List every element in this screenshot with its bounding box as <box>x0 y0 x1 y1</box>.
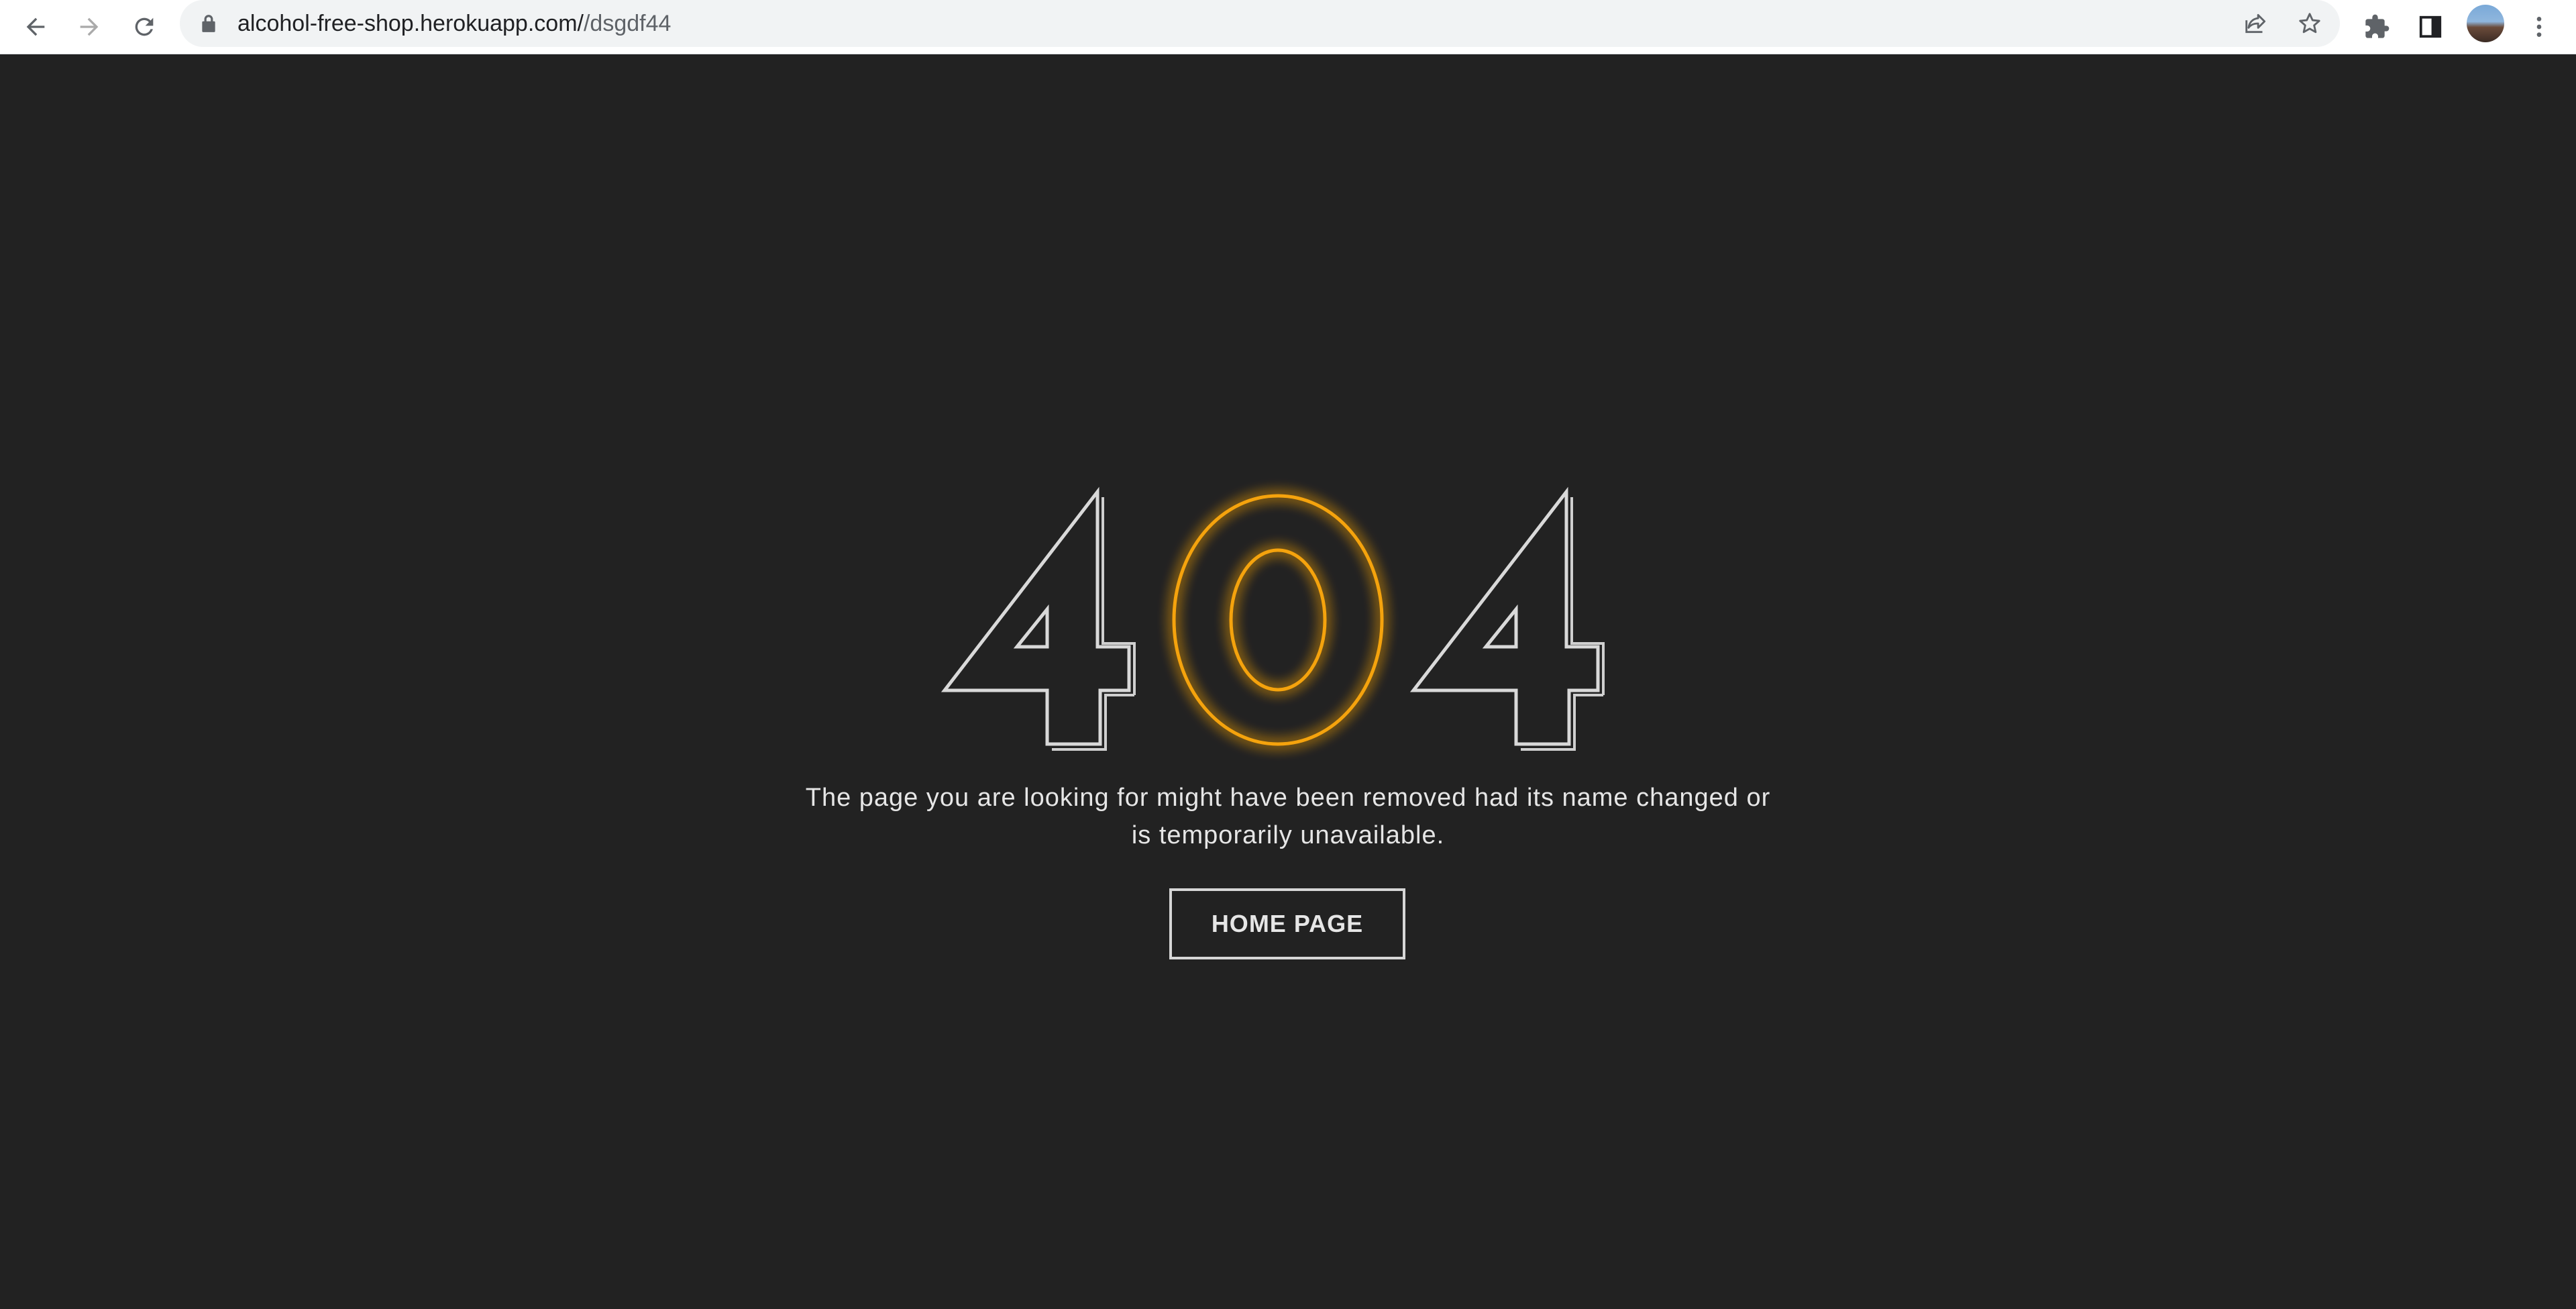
back-arrow-icon <box>26 17 45 36</box>
kebab-menu-icon <box>2536 17 2542 37</box>
address-bar[interactable]: alcohol-free-shop.herokuapp.com//dsgdf44 <box>180 0 2340 47</box>
lock-icon <box>202 15 215 32</box>
menu-button[interactable] <box>2518 6 2560 48</box>
url-host: alcohol-free-shop.herokuapp.com/ <box>237 11 584 36</box>
digit-4-right: 4 <box>1409 486 1605 751</box>
error-code-404: 4 0 4 <box>941 486 1605 751</box>
url-text[interactable]: alcohol-free-shop.herokuapp.com//dsgdf44 <box>237 0 671 47</box>
star-icon <box>2299 13 2320 34</box>
browser-toolbar: alcohol-free-shop.herokuapp.com//dsgdf44 <box>0 0 2576 54</box>
digit-4-left: 4 <box>941 486 1136 751</box>
profile-avatar[interactable] <box>2467 5 2504 42</box>
side-panel-icon <box>2419 15 2442 38</box>
share-button[interactable] <box>2235 3 2277 44</box>
digit-0-glow: 0 <box>1172 494 1384 746</box>
side-panel-button[interactable] <box>2410 6 2451 48</box>
reload-icon <box>135 17 154 36</box>
share-icon <box>2245 13 2266 34</box>
error-page: 4 0 4 The page you are looking for might… <box>0 54 2576 1309</box>
forward-arrow-icon <box>80 17 99 36</box>
back-button[interactable] <box>15 6 56 48</box>
home-page-button[interactable]: HOME PAGE <box>1169 888 1405 959</box>
url-path: /dsgdf44 <box>583 11 672 36</box>
puzzle-icon <box>2365 14 2390 38</box>
error-message: The page you are looking for might have … <box>805 784 1771 849</box>
extensions-button[interactable] <box>2356 6 2398 48</box>
forward-button[interactable] <box>68 6 110 48</box>
bookmark-button[interactable] <box>2289 3 2330 44</box>
reload-button[interactable] <box>123 6 165 48</box>
